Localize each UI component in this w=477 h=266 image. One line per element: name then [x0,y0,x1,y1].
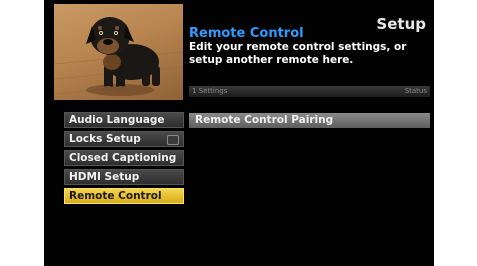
section-title: Remote Control [189,26,304,41]
section-description: Edit your remote control settings, or se… [189,41,407,66]
lock-icon [167,135,179,145]
setup-menu: Audio Language Locks Setup Closed Captio… [64,112,184,207]
menu-item-label: HDMI Setup [69,171,140,183]
live-tv-preview [54,4,183,100]
puppy-image [54,17,183,96]
setup-title: Setup [376,15,426,33]
menu-item-remote-control[interactable]: Remote Control [64,188,184,204]
menu-item-label: Remote Control [69,190,162,202]
info-bar-status: Status [404,87,427,95]
tv-screen: Setup Remote Control Edit your remote co… [44,0,434,266]
menu-item-audio-language[interactable]: Audio Language [64,112,184,128]
submenu-item-label: Remote Control Pairing [195,114,334,126]
menu-item-label: Audio Language [69,114,165,126]
info-bar-settings: 1 Settings [192,87,228,95]
menu-item-label: Locks Setup [69,133,141,145]
menu-item-hdmi-setup[interactable]: HDMI Setup [64,169,184,185]
menu-item-locks-setup[interactable]: Locks Setup [64,131,184,147]
menu-item-label: Closed Captioning [69,152,177,164]
info-bar: 1 Settings Status [189,86,430,97]
submenu-remote-control-pairing[interactable]: Remote Control Pairing [189,113,430,128]
menu-item-closed-captioning[interactable]: Closed Captioning [64,150,184,166]
